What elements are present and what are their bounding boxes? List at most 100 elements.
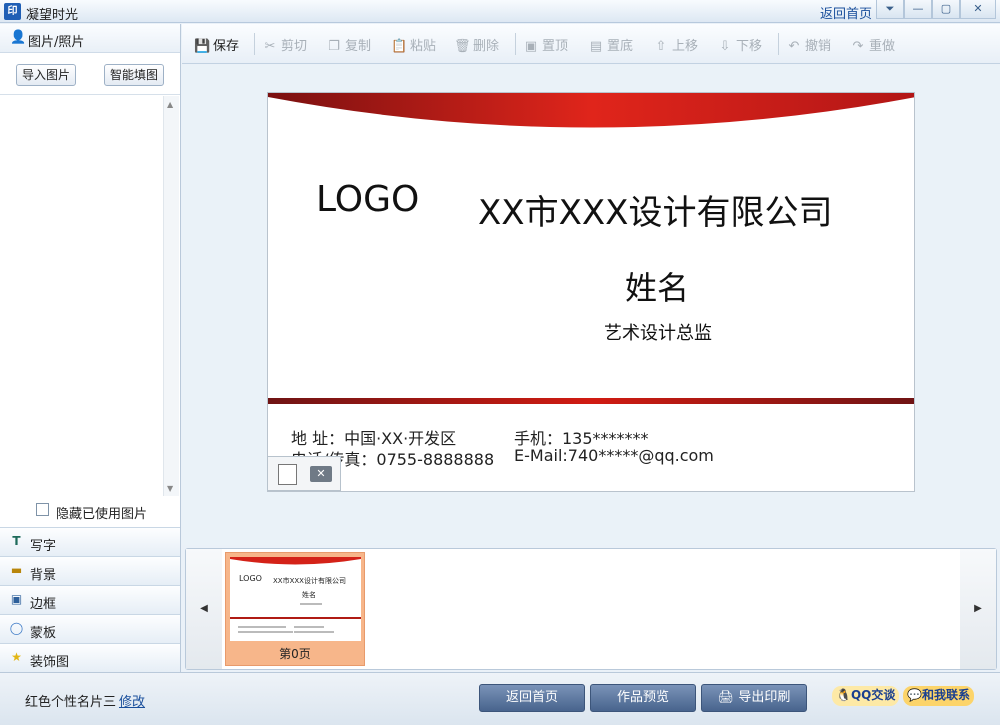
card-top-banner (268, 93, 914, 128)
background-icon: ▬ (10, 563, 23, 577)
text-tool-icon: T (12, 534, 21, 548)
paste-button[interactable]: 📋 粘贴 (391, 35, 436, 54)
export-print-button[interactable]: 🖨 导出印刷 (701, 684, 807, 712)
redo-label: 重做 (869, 39, 896, 54)
template-name: 红色个性名片三 (25, 695, 117, 710)
category-text[interactable]: T 写字 (0, 527, 180, 556)
category-mask[interactable]: ◯ 蒙板 (0, 614, 180, 643)
sidebar-header-label: 图片/照片 (28, 35, 85, 50)
qq-chat-button[interactable]: 🐧QQ交谈 (832, 686, 900, 706)
card-divider-line (268, 398, 914, 404)
category-label: 背景 (30, 568, 57, 583)
qq-penguin-icon: 🐧 (836, 688, 851, 702)
page-select-icon[interactable] (278, 464, 297, 485)
minimize-button[interactable]: — (904, 0, 932, 19)
copy-button[interactable]: ❐ 复制 (326, 35, 371, 54)
cut-button[interactable]: ✂ 剪切 (262, 35, 307, 54)
scissors-icon: ✂ (264, 39, 276, 54)
paste-icon: 📋 (391, 39, 408, 54)
category-label: 边框 (30, 597, 57, 612)
redo-button[interactable]: ↷ 重做 (850, 35, 895, 54)
preview-button[interactable]: 作品预览 (590, 684, 696, 712)
send-bottom-label: 置底 (607, 39, 634, 54)
edit-name-link[interactable]: 修改 (119, 691, 145, 710)
move-down-label: 下移 (736, 39, 763, 54)
toolbar-divider (254, 33, 255, 55)
send-back-icon: ▤ (589, 39, 603, 54)
bring-top-label: 置顶 (542, 39, 569, 54)
image-list-scrollbar[interactable]: ▲ ▼ (163, 96, 179, 496)
arrow-up-icon: ⇧ (655, 39, 667, 54)
thumbnail-preview: LOGO XX市XXX设计有限公司 姓名 (230, 557, 361, 641)
export-print-label: 导出印刷 (738, 690, 791, 705)
contact-me-button[interactable]: 💬和我联系 (903, 686, 974, 706)
move-down-button[interactable]: ⇩ 下移 (717, 35, 762, 54)
card-email[interactable]: E-Mail:740*****@qq.com (514, 446, 714, 465)
copy-label: 复制 (345, 39, 372, 54)
smart-fill-button[interactable]: 智能填图 (104, 64, 164, 86)
thumbnail-name: 姓名 (302, 591, 316, 599)
maximize-button[interactable]: ▢ (932, 0, 960, 19)
toolbar-divider (515, 33, 516, 55)
business-card[interactable]: LOGO XX市XXX设计有限公司 姓名 艺术设计总监 地 址：中国·XX·开发… (267, 92, 915, 492)
scroll-down-icon[interactable]: ▼ (167, 484, 173, 493)
move-up-button[interactable]: ⇧ 上移 (653, 35, 698, 54)
card-logo[interactable]: LOGO (316, 179, 419, 220)
paste-label: 粘贴 (410, 39, 437, 54)
return-home-button[interactable]: 返回首页 (479, 684, 585, 712)
scroll-left-icon[interactable]: ◀ (186, 549, 222, 669)
page-thumbnail[interactable]: LOGO XX市XXX设计有限公司 姓名 第0页 (225, 552, 365, 666)
edit-toolbar: 💾 保存 ✂ 剪切 ❐ 复制 📋 粘贴 🗑 删除 ▣ 置顶 ▤ 置底 ⇧ 上移 ⇩ 下移 ↶ 撤销 … (182, 24, 1000, 64)
person-icon: 👤 (10, 30, 27, 45)
card-company[interactable]: XX市XXX设计有限公司 (478, 185, 832, 234)
save-label: 保存 (213, 39, 240, 54)
mask-icon: ◯ (9, 621, 24, 635)
undo-button[interactable]: ↶ 撤销 (786, 35, 831, 54)
sidebar-header-photos[interactable]: 👤 图片/照片 (0, 24, 180, 53)
divider (0, 94, 180, 95)
save-button[interactable]: 💾 保存 (194, 35, 239, 54)
card-job-title[interactable]: 艺术设计总监 (604, 319, 712, 345)
delete-label: 删除 (473, 39, 500, 54)
thumbnail-company: XX市XXX设计有限公司 (273, 577, 346, 585)
send-to-bottom-button[interactable]: ▤ 置底 (588, 35, 633, 54)
category-background[interactable]: ▬ 背景 (0, 556, 180, 585)
bring-front-icon: ▣ (524, 39, 538, 54)
dropdown-menu-icon[interactable]: ⏷ (876, 0, 904, 19)
printer-icon: 🖨 (717, 690, 735, 705)
category-label: 装饰图 (30, 655, 70, 670)
thumbnail-card-graphic (230, 557, 361, 633)
card-name[interactable]: 姓名 (625, 263, 689, 309)
scroll-right-icon[interactable]: ▶ (960, 549, 996, 669)
undo-label: 撤销 (805, 39, 832, 54)
category-label: 蒙板 (30, 626, 57, 641)
contact-me-label: 和我联系 (921, 688, 970, 702)
hide-used-checkbox[interactable] (36, 503, 49, 516)
redo-icon: ↷ (852, 39, 864, 54)
bring-to-top-button[interactable]: ▣ 置顶 (523, 35, 568, 54)
arrow-down-icon: ⇩ (719, 39, 731, 54)
page-thumbnail-strip: ◀ LOGO XX市XXX设计有限公司 姓名 第0页 ▶ (185, 548, 997, 670)
thumbnail-label: 第0页 (279, 647, 311, 661)
category-border[interactable]: ▣ 边框 (0, 585, 180, 614)
undo-icon: ↶ (788, 39, 800, 54)
trash-icon: 🗑 (454, 39, 471, 54)
title-bar: 印 凝望时光 返回首页 ⏷ — ▢ ✕ (0, 0, 1000, 23)
scroll-up-icon[interactable]: ▲ (167, 100, 173, 109)
chat-bubble-icon: 💬 (907, 688, 922, 702)
category-decoration[interactable]: ★ 装饰图 (0, 643, 180, 672)
category-label: 写字 (30, 539, 57, 554)
move-up-label: 上移 (672, 39, 699, 54)
floppy-disk-icon: 💾 (194, 39, 211, 54)
app-title: 凝望时光 (26, 8, 79, 23)
delete-button[interactable]: 🗑 删除 (454, 35, 499, 54)
return-home-link[interactable]: 返回首页 (820, 3, 872, 22)
thumbnail-logo: LOGO (239, 574, 262, 583)
delete-page-icon[interactable]: ✕ (310, 466, 332, 482)
hide-used-label: 隐藏已使用图片 (56, 507, 148, 522)
star-icon: ★ (11, 650, 22, 664)
toolbar-divider (778, 33, 779, 55)
close-button[interactable]: ✕ (960, 0, 996, 19)
sidebar: 👤 图片/照片 导入图片 智能填图 ▲ ▼ 隐藏已使用图片 T 写字 ▬ 背景 … (0, 24, 181, 672)
import-image-button[interactable]: 导入图片 (16, 64, 76, 86)
